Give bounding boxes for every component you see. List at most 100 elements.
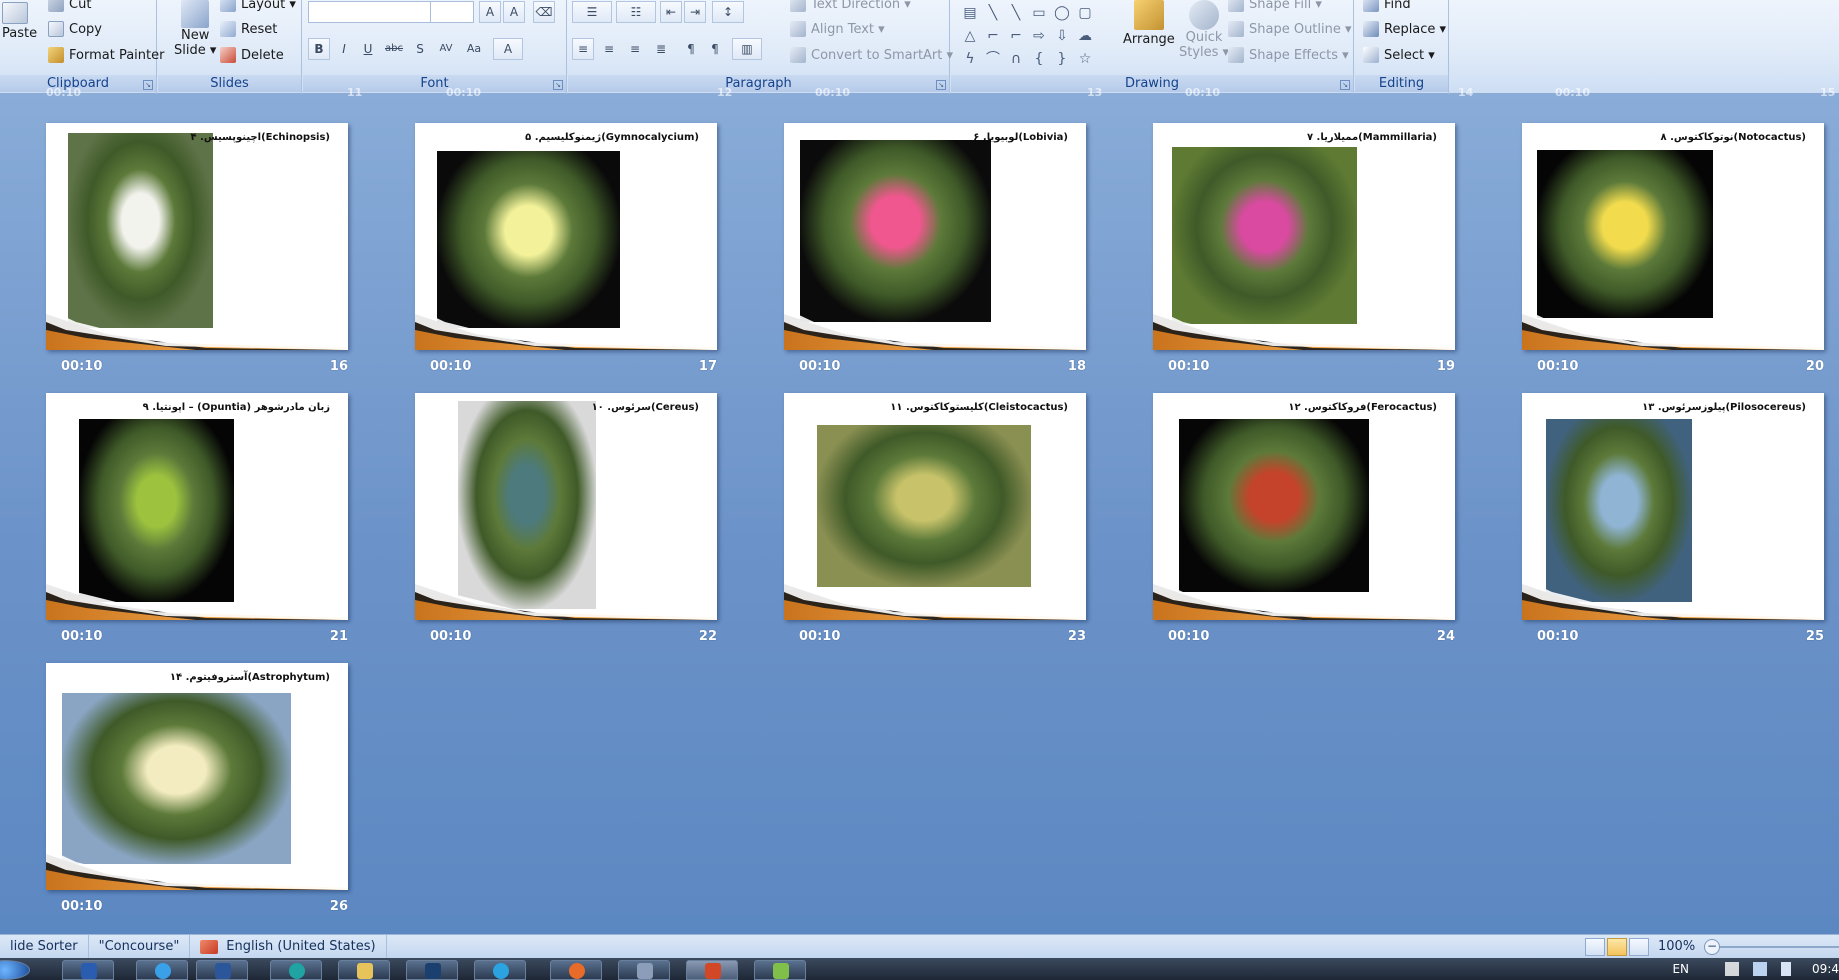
replace-button[interactable]: Replace ▾ <box>1363 21 1446 37</box>
shape-outline-button[interactable]: Shape Outline ▾ <box>1228 21 1352 37</box>
arc-shape-icon[interactable]: ⌒ <box>982 48 1004 70</box>
strikethrough-icon[interactable]: abc <box>383 38 405 60</box>
reset-button[interactable]: Reset <box>220 21 277 37</box>
zoom-percent[interactable]: 100% <box>1658 935 1695 959</box>
rectangle-shape-icon[interactable]: ▭ <box>1028 2 1050 24</box>
normal-view-icon[interactable] <box>1585 938 1605 956</box>
slide-thumbnail[interactable]: ۹ .اپونتیا – (Opuntia) زبان مادرشوهر <box>46 393 348 620</box>
curve-shape-icon[interactable]: ∩ <box>1005 48 1027 70</box>
taskbar-paint-icon[interactable] <box>754 960 806 980</box>
rounded-rect-shape-icon[interactable]: ▢ <box>1074 2 1096 24</box>
numbering-icon[interactable]: ☷ <box>616 1 656 23</box>
slide-thumbnail[interactable]: ۵ .ژیمنوکلیسیم(Gymnocalycium) <box>415 123 717 350</box>
oval-shape-icon[interactable]: ◯ <box>1051 2 1073 24</box>
ltr-icon[interactable]: ¶ <box>680 38 702 60</box>
char-spacing-icon[interactable]: AV <box>435 38 457 60</box>
columns-icon[interactable]: ▥ <box>732 38 762 60</box>
textbox-shape-icon[interactable]: ▤ <box>959 2 981 24</box>
taskbar-folder-icon[interactable] <box>338 960 390 980</box>
line-shape-icon[interactable]: ╲ <box>982 2 1004 24</box>
cloud-shape-icon[interactable]: ☁ <box>1074 25 1096 47</box>
shrink-font-icon[interactable]: A <box>503 1 525 23</box>
language-bar[interactable]: EN <box>1672 958 1689 980</box>
tray-volume-icon[interactable] <box>1781 962 1791 976</box>
shapes-gallery[interactable]: ▤ ╲ ╲ ▭ ◯ ▢ △ ⌐ ⌐ ⇨ ⇩ ☁ ϟ ⌒ ∩ { } ☆ <box>959 2 1099 67</box>
taskbar-skype-icon[interactable] <box>270 960 322 980</box>
lightning-shape-icon[interactable]: ϟ <box>959 48 981 70</box>
taskbar-word-icon[interactable] <box>62 960 114 980</box>
find-button[interactable]: Find <box>1363 0 1411 12</box>
language-indicator[interactable]: English (United States) <box>190 934 387 959</box>
justify-icon[interactable]: ≣ <box>650 38 672 60</box>
taskbar-powerpoint-icon[interactable] <box>686 960 738 980</box>
line2-shape-icon[interactable]: ╲ <box>1005 2 1027 24</box>
elbow2-shape-icon[interactable]: ⌐ <box>1005 25 1027 47</box>
slide-sorter[interactable]: 00:10 11 00:10 12 00:10 13 00:10 14 00:10 15 ۴ .ا… <box>0 86 1839 934</box>
slide-show-view-icon[interactable] <box>1629 938 1649 956</box>
slide-thumbnail[interactable]: ۶ .لوبیویا(Lobivia) <box>784 123 1086 350</box>
font-family-select[interactable] <box>308 1 432 23</box>
slide-thumbnail[interactable]: ۱۱ .کلیستوکاکتوس(Cleistocactus) <box>784 393 1086 620</box>
slide-thumbnail[interactable]: ۱۴ .آستروفیتوم(Astrophytum) <box>46 663 348 890</box>
align-center-icon[interactable]: ≡ <box>598 38 620 60</box>
slide-thumbnail[interactable]: ۴ .اچینوپسیس(Echinopsis) <box>46 123 348 350</box>
line-spacing-icon[interactable]: ↕ <box>712 1 744 23</box>
copy-button[interactable]: Copy <box>48 21 102 37</box>
align-right-icon[interactable]: ≡ <box>624 38 646 60</box>
slide-thumbnail[interactable]: ۱۰ .سرئوس(Cereus) <box>415 393 717 620</box>
rtl-icon[interactable]: ¶ <box>704 38 726 60</box>
align-text-button[interactable]: Align Text ▾ <box>790 21 885 37</box>
quick-styles-button[interactable]: Quick Styles ▾ <box>1179 0 1229 60</box>
align-left-icon[interactable]: ≡ <box>572 38 594 60</box>
change-case-icon[interactable]: Aa <box>463 38 485 60</box>
font-color-icon[interactable]: A <box>493 38 523 60</box>
arrow-down-shape-icon[interactable]: ⇩ <box>1051 25 1073 47</box>
text-direction-button[interactable]: Text Direction ▾ <box>790 0 911 12</box>
bold-icon[interactable]: B <box>308 38 330 60</box>
layout-button[interactable]: Layout ▾ <box>220 0 296 12</box>
slide-thumbnail[interactable]: ۸ .نوتوکاکتوس(Notocactus) <box>1522 123 1824 350</box>
cut-button[interactable]: Cut <box>48 0 91 12</box>
elbow-shape-icon[interactable]: ⌐ <box>982 25 1004 47</box>
taskbar-media-icon[interactable] <box>618 960 670 980</box>
paragraph-launcher-icon[interactable]: ↘ <box>936 80 946 90</box>
shape-fill-button[interactable]: Shape Fill ▾ <box>1228 0 1322 12</box>
tray-flag-icon[interactable] <box>1725 962 1739 976</box>
triangle-shape-icon[interactable]: △ <box>959 25 981 47</box>
underline-icon[interactable]: U <box>357 38 379 60</box>
taskbar-photoshop-icon[interactable] <box>406 960 458 980</box>
bullets-icon[interactable]: ☰ <box>572 1 612 23</box>
clipboard-launcher-icon[interactable]: ↘ <box>143 80 153 90</box>
clear-format-icon[interactable]: ⌫ <box>533 1 555 23</box>
star-shape-icon[interactable]: ☆ <box>1074 48 1096 70</box>
arrange-button[interactable]: Arrange <box>1123 0 1175 47</box>
drawing-launcher-icon[interactable]: ↘ <box>1340 80 1350 90</box>
shape-effects-button[interactable]: Shape Effects ▾ <box>1228 47 1349 63</box>
zoom-slider[interactable] <box>1705 946 1839 948</box>
italic-icon[interactable]: I <box>333 38 355 60</box>
slide-thumbnail[interactable]: ۱۲ .فروکاکتوس(Ferocactus) <box>1153 393 1455 620</box>
slide-thumbnail[interactable]: ۷ .ممیلاریا(Mammillaria) <box>1153 123 1455 350</box>
grow-font-icon[interactable]: A <box>479 1 501 23</box>
slide-sorter-view-icon[interactable] <box>1607 938 1627 956</box>
format-painter-button[interactable]: Format Painter <box>48 47 164 63</box>
taskbar-firefox-icon[interactable] <box>550 960 602 980</box>
taskbar-telegram-icon[interactable] <box>474 960 526 980</box>
font-size-select[interactable] <box>430 1 474 23</box>
zoom-out-icon[interactable]: − <box>1704 939 1720 955</box>
taskbar-word2-icon[interactable] <box>196 960 248 980</box>
delete-button[interactable]: Delete <box>220 47 284 63</box>
arrow-right-shape-icon[interactable]: ⇨ <box>1028 25 1050 47</box>
shadow-icon[interactable]: S <box>409 38 431 60</box>
clock[interactable]: 09:4 <box>1799 958 1839 980</box>
taskbar-ie-icon[interactable] <box>136 960 188 980</box>
decrease-indent-icon[interactable]: ⇤ <box>660 1 682 23</box>
convert-smartart-button[interactable]: Convert to SmartArt ▾ <box>790 47 953 63</box>
new-slide-button[interactable]: New Slide ▾ <box>174 0 216 58</box>
font-launcher-icon[interactable]: ↘ <box>553 80 563 90</box>
paste-button[interactable]: Paste <box>2 2 37 41</box>
increase-indent-icon[interactable]: ⇥ <box>684 1 706 23</box>
slide-thumbnail[interactable]: ۱۳ .پیلوزسرئوس(Pilosocereus) <box>1522 393 1824 620</box>
brace-right-shape-icon[interactable]: } <box>1051 48 1073 70</box>
start-orb-icon[interactable] <box>0 960 30 980</box>
